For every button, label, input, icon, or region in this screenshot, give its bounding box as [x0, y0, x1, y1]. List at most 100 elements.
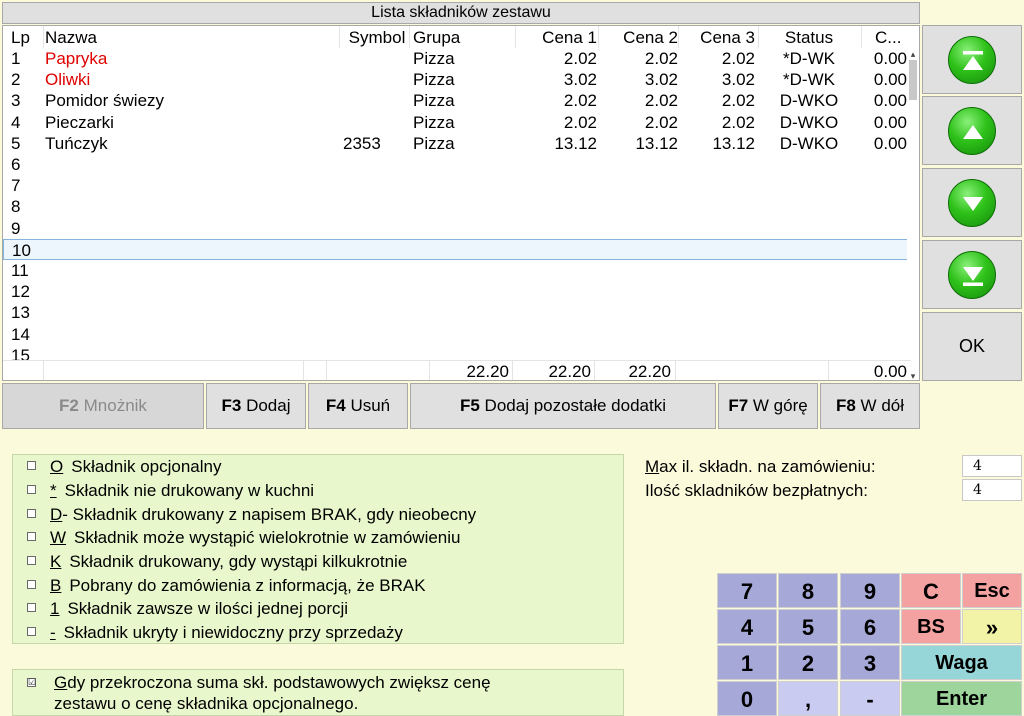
checkbox[interactable]	[27, 627, 36, 637]
col-cena3[interactable]: Cena 3	[680, 27, 755, 48]
key-next[interactable]: »	[962, 609, 1022, 644]
option-optional[interactable]: O Składnik opcjonalny	[27, 456, 222, 478]
checkbox[interactable]	[27, 580, 36, 590]
f7-move-up-button[interactable]: F7 W górę	[718, 383, 818, 429]
col-cena1[interactable]: Cena 1	[517, 27, 597, 48]
checkbox[interactable]	[27, 485, 36, 495]
option-label: Składnik ukryty i niewidoczny przy sprze…	[63, 623, 403, 642]
up-button[interactable]	[922, 96, 1022, 165]
col-cena2[interactable]: Cena 2	[600, 27, 678, 48]
cell-lp: 12	[11, 282, 30, 302]
key-minus[interactable]: -	[840, 681, 900, 716]
vertical-scrollbar[interactable]: ▴ ▾	[907, 48, 919, 380]
option-increase-price[interactable]: ☑ Gdy przekroczona suma skł. podstawowyc…	[12, 669, 624, 716]
key-backspace[interactable]: BS	[901, 609, 961, 644]
option-single-portion[interactable]: 1 Składnik zawsze w ilości jednej porcji	[27, 598, 348, 620]
option-text-line1: dy przekroczona suma skł. podstawowych z…	[67, 673, 491, 692]
max-items-input[interactable]: 4	[962, 455, 1022, 477]
cell-c3: 13.12	[712, 133, 755, 153]
option-label: Składnik nie drukowany w kuchni	[64, 481, 315, 500]
table-row[interactable]: 6	[3, 154, 911, 175]
key-clear[interactable]: C	[901, 573, 961, 608]
table-row[interactable]: 2 Oliwki Pizza 3.02 3.02 3.02 *D-WK 0.00	[3, 69, 911, 90]
fkey-code: F4	[325, 396, 346, 415]
key-6[interactable]: 6	[840, 609, 900, 644]
checkbox[interactable]	[27, 509, 36, 519]
option-key: W	[50, 528, 67, 547]
checkbox-checked[interactable]: ☑	[27, 678, 36, 687]
option-label: Składnik może wystąpić wielokrotnie w za…	[74, 528, 461, 547]
key-5[interactable]: 5	[778, 609, 838, 644]
cell-name: Tuńczyk	[45, 133, 108, 153]
checkbox[interactable]	[27, 556, 36, 566]
key-2[interactable]: 2	[778, 645, 838, 680]
f3-add-button[interactable]: F3 Dodaj	[206, 383, 306, 429]
option-label: Składnik zawsze w ilości jednej porcji	[67, 599, 349, 618]
option-multiple[interactable]: W Składnik może wystąpić wielokrotnie w z…	[27, 527, 460, 549]
scroll-thumb[interactable]	[909, 60, 917, 100]
f8-move-down-button[interactable]: F8 W dół	[820, 383, 920, 429]
option-not-printed[interactable]: * Składnik nie drukowany w kuchni	[27, 480, 314, 502]
first-button[interactable]	[922, 25, 1022, 94]
col-c[interactable]: C...	[875, 27, 919, 48]
col-group[interactable]: Grupa	[413, 27, 513, 48]
ingredients-table[interactable]: Lp Nazwa Symbol Grupa Cena 1 Cena 2 Cena…	[2, 25, 920, 381]
arrow-down-icon	[948, 179, 996, 227]
key-9[interactable]: 9	[840, 573, 900, 608]
table-header: Lp Nazwa Symbol Grupa Cena 1 Cena 2 Cena…	[3, 27, 911, 48]
total-cena1: 22.20	[548, 362, 591, 381]
table-row[interactable]: 9	[3, 218, 911, 239]
cell-lp: 5	[11, 133, 21, 153]
col-name[interactable]: Nazwa	[45, 27, 335, 48]
cell-lp: 7	[11, 176, 21, 196]
option-hidden[interactable]: - Składnik ukryty i niewidoczny przy sprz…	[27, 622, 403, 644]
table-row[interactable]: 4 Pieczarki Pizza 2.02 2.02 2.02 D-WKO 0.00	[3, 112, 911, 133]
table-row[interactable]: 11	[3, 260, 911, 281]
checkbox[interactable]	[27, 532, 36, 542]
table-row[interactable]: 3 Pomidor świezy Pizza 2.02 2.02 2.02 D-WKO 0.0…	[3, 90, 911, 111]
table-row[interactable]: 14	[3, 324, 911, 345]
f2-multiplier-button[interactable]: F2 Mnożnik	[2, 383, 204, 429]
key-4[interactable]: 4	[717, 609, 777, 644]
cell-c: 0.00	[873, 133, 907, 153]
table-row[interactable]: 1 Papryka Pizza 2.02 2.02 2.02 *D-WK 0.00	[3, 48, 911, 69]
cell-c2: 3.02	[644, 70, 678, 90]
table-row[interactable]: 12	[3, 281, 911, 302]
option-print-missing[interactable]: D- Składnik drukowany z napisem BRAK, gd…	[27, 504, 476, 526]
scroll-up-icon[interactable]: ▴	[907, 48, 919, 60]
free-items-input[interactable]: 4	[962, 479, 1022, 501]
option-print-multiple[interactable]: K Składnik drukowany, gdy wystąpi kilkukr…	[27, 551, 407, 573]
fkey-label: Mnożnik	[83, 396, 147, 415]
options-panel: O Składnik opcjonalny * Składnik nie druko…	[12, 454, 624, 644]
option-key: -	[50, 623, 56, 642]
cell-group: Pizza	[413, 49, 455, 68]
key-3[interactable]: 3	[840, 645, 900, 680]
f4-remove-button[interactable]: F4 Usuń	[308, 383, 408, 429]
max-items-label: Max il. składn. na zamówieniu:	[645, 456, 876, 478]
key-comma[interactable]: ,	[778, 681, 838, 716]
checkbox[interactable]	[27, 603, 36, 613]
cell-c3: 3.02	[721, 70, 755, 90]
table-row[interactable]: 7	[3, 175, 911, 196]
key-scale[interactable]: Waga	[901, 645, 1022, 680]
option-missing-info[interactable]: B Pobrany do zamówienia z informacją, że …	[27, 575, 426, 597]
key-8[interactable]: 8	[778, 573, 838, 608]
last-button[interactable]	[922, 240, 1022, 309]
table-row[interactable]: 5 Tuńczyk 2353 Pizza 13.12 13.12 13.12 D-WKO 0.0…	[3, 133, 911, 154]
ok-button[interactable]: OK	[922, 312, 1022, 381]
f5-add-remaining-button[interactable]: F5 Dodaj pozostałe dodatki	[410, 383, 716, 429]
cell-lp: 11	[11, 261, 29, 280]
key-enter[interactable]: Enter	[901, 681, 1022, 716]
checkbox[interactable]	[27, 461, 36, 471]
table-row[interactable]: 13	[3, 302, 911, 323]
table-row[interactable]: 10	[3, 238, 911, 260]
col-symbol[interactable]: Symbol	[343, 27, 411, 48]
key-7[interactable]: 7	[717, 573, 777, 608]
key-1[interactable]: 1	[717, 645, 777, 680]
key-esc[interactable]: Esc	[962, 573, 1022, 608]
down-button[interactable]	[922, 168, 1022, 237]
col-status[interactable]: Status	[763, 27, 855, 48]
col-lp[interactable]: Lp	[11, 27, 43, 48]
table-row[interactable]: 8	[3, 196, 911, 217]
key-0[interactable]: 0	[717, 681, 777, 716]
